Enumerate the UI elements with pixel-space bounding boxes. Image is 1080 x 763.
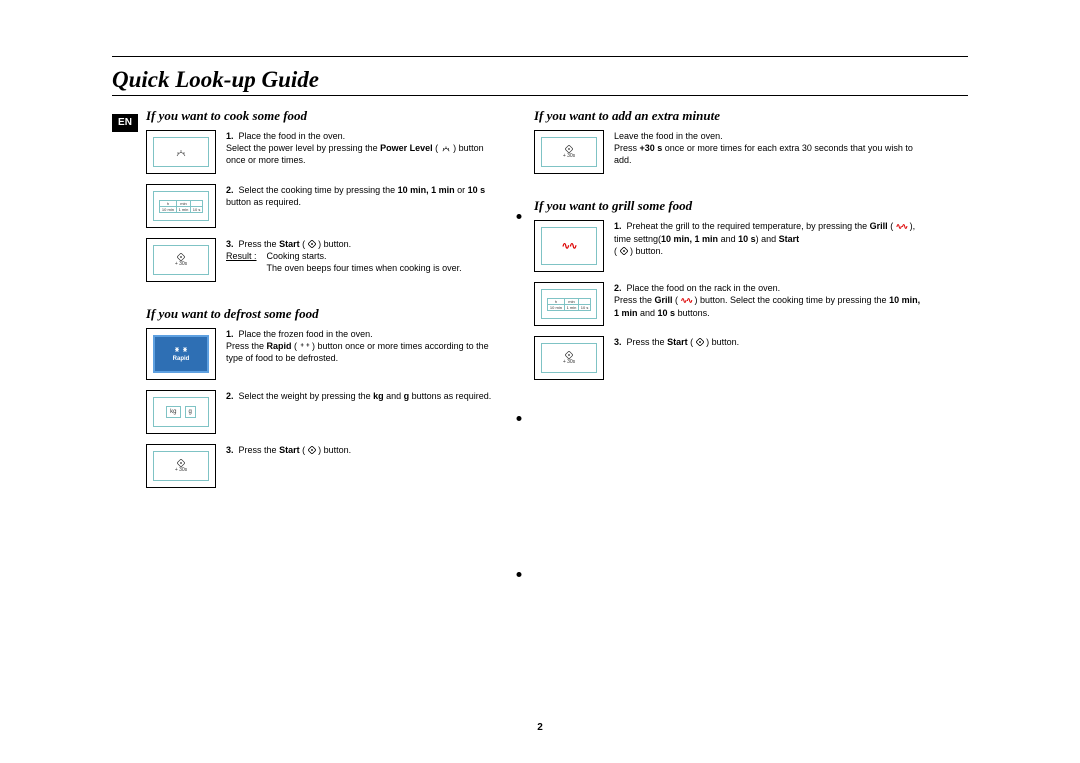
thumb-start-30s: + 30s: [146, 238, 216, 282]
step-1-text: 1. Preheat the grill to the required tem…: [614, 220, 926, 272]
power-level-icon: [175, 147, 187, 157]
step-2-text: 2. Place the food on the rack in the ove…: [614, 282, 926, 326]
step-3-text: 3. Press the Start ( ) button.: [614, 336, 926, 380]
section-cook-heading: If you want to cook some food: [146, 108, 504, 124]
step-3-text: 3. Press the Start ( ) button. Result : …: [226, 238, 504, 282]
binding-dot: [517, 572, 522, 577]
grill-wave-icon: ∿∿: [562, 241, 577, 252]
thumb-start-30s: + 30s: [534, 336, 604, 380]
power-level-icon: [441, 144, 451, 152]
thumb-start-30s: + 30s: [146, 444, 216, 488]
snowflake-icon: [300, 342, 310, 350]
start-diamond-icon: [308, 446, 316, 454]
section-grill-heading: If you want to grill some food: [534, 198, 926, 214]
start-diamond-icon: [620, 247, 628, 255]
step-2-text: 2. Select the cooking time by pressing t…: [226, 184, 504, 228]
section-defrost-heading: If you want to defrost some food: [146, 306, 504, 322]
step-3-text: 3. Press the Start ( ) button.: [226, 444, 504, 488]
thumb-rapid: Rapid: [146, 328, 216, 380]
start-diamond-icon: [565, 145, 573, 153]
start-diamond-icon: [696, 338, 704, 346]
page-title: Quick Look-up Guide: [112, 55, 968, 96]
binding-dot: [517, 214, 522, 219]
step-1-text: 1. Place the food in the oven. Select th…: [226, 130, 504, 174]
start-diamond-icon: [308, 240, 316, 248]
binding-dot: [517, 416, 522, 421]
start-diamond-icon: [565, 351, 573, 359]
thumb-time-buttons: hmin 10 min1 min10 s: [146, 184, 216, 228]
start-diamond-icon: [177, 253, 185, 261]
snowflake-icon: [174, 346, 188, 356]
page-number: 2: [537, 722, 543, 733]
thumb-time-buttons: hmin 10 min1 min10 s: [534, 282, 604, 326]
top-rule: [112, 56, 968, 57]
thumb-power-level: [146, 130, 216, 174]
section-extra-minute-heading: If you want to add an extra minute: [534, 108, 926, 124]
step-1-text: 1. Place the frozen food in the oven. Pr…: [226, 328, 504, 380]
thumb-kg-g: kg g: [146, 390, 216, 434]
thumb-grill: ∿∿: [534, 220, 604, 272]
start-diamond-icon: [177, 459, 185, 467]
step-2-text: 2. Select the weight by pressing the kg …: [226, 390, 504, 434]
thumb-30s: + 30s: [534, 130, 604, 174]
extra-minute-text: Leave the food in the oven. Press +30 s …: [614, 130, 926, 174]
